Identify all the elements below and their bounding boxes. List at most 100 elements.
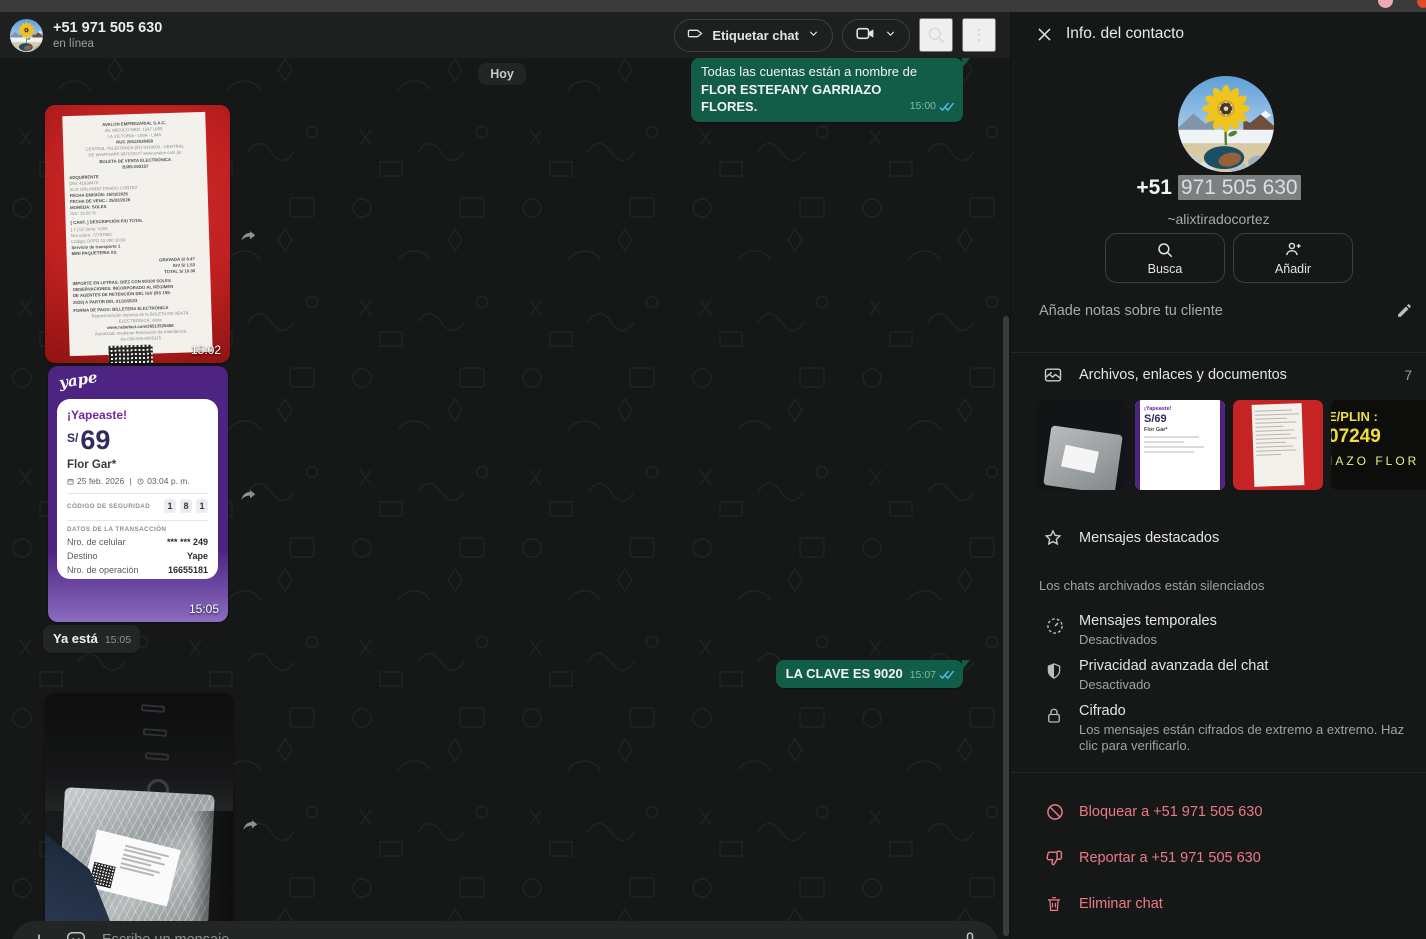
report-label: Reportar a +51 971 505 630 (1079, 850, 1261, 866)
message-outgoing-clave[interactable]: LA CLAVE ES 9020 15:07 (776, 660, 963, 688)
plin-line3: IAZO FLOR (1331, 454, 1426, 468)
microphone-icon[interactable] (960, 930, 980, 939)
security-digit: 8 (180, 499, 192, 513)
section-divider (1011, 352, 1426, 353)
star-icon (1043, 528, 1063, 553)
contact-phone-number: +51 971 505 630 (1011, 176, 1426, 200)
block-contact-button[interactable]: Bloquear a +51 971 505 630 (1011, 800, 1426, 828)
video-camera-icon (855, 23, 876, 47)
security-digit: 1 (196, 499, 208, 513)
chat-scrollbar[interactable] (1003, 316, 1009, 936)
message-input[interactable]: Escribe un mensaje (102, 932, 945, 939)
media-thumb-package[interactable] (1037, 400, 1127, 490)
media-links-docs-row[interactable]: Archivos, enlaces y documentos 7 (1011, 364, 1426, 388)
forward-message-icon[interactable] (236, 223, 262, 249)
contact-profile-photo[interactable] (1178, 76, 1274, 172)
whatsapp-window: +51 971 505 630 en línea Etiquetar chat (0, 0, 1426, 939)
section-divider (1011, 772, 1426, 773)
add-button-label: Añadir (1275, 262, 1311, 276)
chat-pane: +51 971 505 630 en línea Etiquetar chat (0, 12, 1010, 939)
chat-header-actions: Etiquetar chat (674, 18, 996, 52)
yape-datetime: 25 feb. 2026 | 03:04 p. m. (67, 476, 208, 486)
video-call-button[interactable] (842, 19, 910, 52)
delete-chat-button[interactable]: Eliminar chat (1011, 892, 1426, 920)
chevron-down-icon (807, 27, 820, 43)
label-chat-button[interactable]: Etiquetar chat (674, 19, 833, 52)
yape-logo: yape (58, 368, 99, 392)
search-in-chat-button[interactable] (919, 18, 953, 52)
starred-messages-row[interactable]: Mensajes destacados (1011, 527, 1426, 553)
plin-line1: E/PLIN : (1331, 409, 1426, 424)
report-contact-button[interactable]: Reportar a +51 971 505 630 (1011, 846, 1426, 874)
titlebar-corner-dot (1417, 0, 1426, 8)
message-image-yape-receipt[interactable]: yape ¡Yapeaste! S/ 69 Flor Gar* 25 feb. … (48, 366, 228, 622)
add-contact-button[interactable]: Añadir (1233, 233, 1353, 283)
message-time-overlay: 15:05 (189, 602, 219, 616)
window-titlebar (0, 0, 1426, 12)
media-count: 7 (1404, 368, 1412, 383)
chat-contact-status: en línea (53, 37, 162, 51)
calendar-icon (67, 478, 74, 485)
delete-label: Eliminar chat (1079, 896, 1163, 912)
text-line (1144, 436, 1199, 438)
contact-username: ~alixtiradocortez (1011, 211, 1426, 227)
setting-title: Cifrado (1079, 703, 1406, 719)
message-incoming-ya-esta[interactable]: Ya está 15:05 (43, 625, 140, 653)
message-time: 15:07 (910, 669, 936, 681)
forward-message-icon[interactable] (236, 482, 262, 508)
sunflower-avatar-image (1178, 76, 1274, 172)
receipt-qr-code (109, 345, 154, 363)
forward-message-icon[interactable] (238, 812, 264, 838)
contact-info-panel: Info. del contacto +51 971 505 630 ~alix… (1010, 12, 1426, 939)
media-thumb-receipt[interactable] (1233, 400, 1323, 490)
media-thumb-yape[interactable]: ¡Yapeaste! S/69 Flor Gar* (1135, 400, 1225, 490)
media-thumb-plin[interactable]: E/PLIN : 07249 IAZO FLOR (1331, 400, 1426, 490)
yape-security-label: CÓDIGO DE SEGURIDAD (67, 503, 150, 510)
yape-currency: S/ (67, 431, 78, 445)
message-text-line1: Todas las cuentas están a nombre de (701, 63, 954, 81)
yape-mini-payee: Flor Gar* (1144, 427, 1225, 433)
search-contact-button[interactable]: Busca (1105, 233, 1225, 283)
double-check-icon (939, 102, 954, 112)
close-panel-button[interactable] (1032, 22, 1056, 46)
archived-chats-note: Los chats archivados están silenciados (1039, 578, 1264, 593)
label-chat-button-text: Etiquetar chat (712, 28, 799, 43)
block-label: Bloquear a +51 971 505 630 (1079, 804, 1262, 820)
purple-edge (1220, 400, 1225, 490)
text-line (1144, 441, 1184, 443)
message-image-receipt[interactable]: AVALON EMPRESARIAL S.A.C. AV. MEXICO NRO… (45, 105, 230, 363)
chat-contact-info[interactable]: +51 971 505 630 en línea (53, 20, 162, 51)
client-notes-row[interactable]: Añade notas sobre tu cliente (1011, 300, 1426, 326)
panel-title: Info. del contacto (1066, 25, 1184, 43)
sunflower-avatar-image (10, 19, 43, 52)
yape-payee: Flor Gar* (67, 459, 208, 471)
setting-subtitle: Los mensajes están cifrados de extremo a… (1079, 722, 1406, 753)
clock-icon (137, 478, 144, 485)
advanced-chat-privacy-row[interactable]: Privacidad avanzada del chat Desactivado (1011, 658, 1426, 693)
media-icon (1042, 365, 1064, 390)
disappearing-messages-row[interactable]: Mensajes temporales Desactivados (1011, 613, 1426, 648)
starred-label: Mensajes destacados (1079, 530, 1219, 546)
attach-plus-icon[interactable] (28, 930, 50, 939)
label-tag-icon (687, 25, 704, 45)
chat-menu-button[interactable] (962, 18, 996, 52)
yape-row-key: Destino (67, 551, 98, 561)
chat-avatar[interactable] (10, 19, 43, 52)
yape-row-key: Nro. de celular (67, 537, 126, 547)
person-plus-icon (1284, 240, 1303, 259)
divider (67, 520, 208, 521)
message-outgoing-accounts[interactable]: Todas las cuentas están a nombre de FLOR… (691, 58, 963, 122)
setting-subtitle: Desactivado (1079, 677, 1406, 693)
pencil-icon[interactable] (1396, 302, 1413, 324)
message-image-package[interactable] (45, 693, 233, 939)
setting-subtitle: Desactivados (1079, 632, 1406, 648)
message-time: 15:00 (910, 98, 936, 116)
label-text-lines (114, 842, 174, 902)
panel-header: Info. del contacto (1011, 12, 1426, 56)
encryption-row[interactable]: Cifrado Los mensajes están cifrados de e… (1011, 703, 1426, 753)
yape-time: 03:04 p. m. (147, 476, 190, 486)
yape-row-value: 16655181 (168, 565, 208, 575)
yape-security-digits: 1 8 1 (164, 499, 208, 513)
emoji-sticker-icon[interactable] (65, 930, 87, 939)
separator: | (127, 476, 134, 486)
